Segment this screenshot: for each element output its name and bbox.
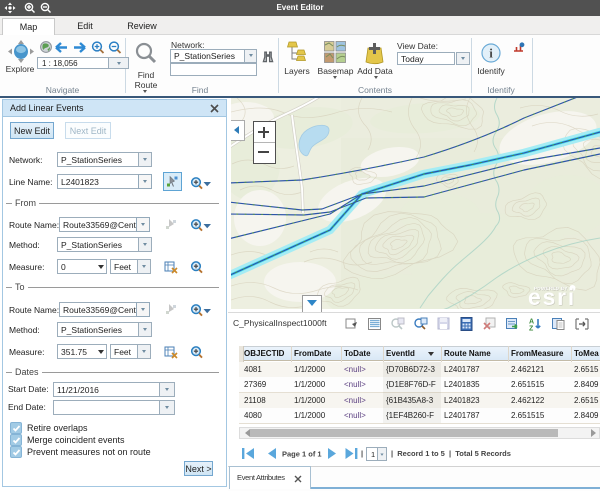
- svg-text:Page 1 of 1: Page 1 of 1: [282, 450, 322, 459]
- svg-text:i: i: [489, 46, 493, 61]
- svg-text:Z: Z: [529, 326, 534, 332]
- svg-text:esri: esri: [528, 284, 576, 309]
- svg-text:A: A: [529, 319, 534, 326]
